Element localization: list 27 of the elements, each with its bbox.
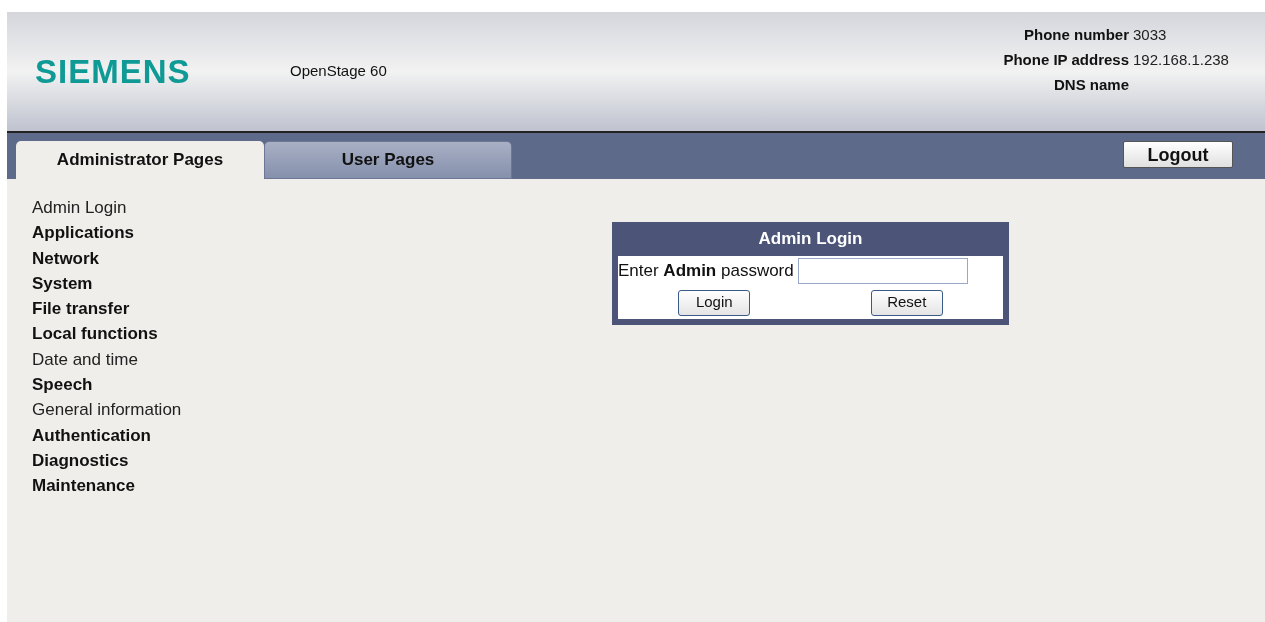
logout-button[interactable]: Logout [1123,141,1233,168]
nav-link[interactable]: Local functions [32,321,158,347]
nav-link[interactable]: Network [32,245,100,271]
nav-link[interactable]: Applications [32,220,134,246]
nav-link[interactable]: System [32,270,93,297]
password-field[interactable] [797,258,968,284]
info-value: 3033 [1133,25,1168,45]
nav-link[interactable]: General information [32,397,182,423]
info-label: Phone number [1024,25,1129,45]
nav-link[interactable]: Admin Login [32,195,127,221]
nav-link[interactable]: Date and time [32,346,138,373]
nav-link[interactable]: Maintenance [32,473,135,499]
form-button[interactable]: Reset [870,289,943,316]
nav-link[interactable]: File transfer [32,296,130,322]
info-value: 192.168.1.238 [1133,50,1230,70]
password-prompt: Enter Admin password [618,260,794,283]
info-label: DNS name [1053,75,1129,95]
nav-link[interactable]: Authentication [32,422,151,448]
logo: SIEMENS [35,51,192,92]
tab[interactable]: User Pages [264,141,512,179]
tab[interactable]: Administrator Pages [16,141,264,179]
model-name: OpenStage 60 [290,61,387,82]
info-label: Phone IP address [1003,50,1129,70]
nav-link[interactable]: Diagnostics [32,447,129,474]
nav-link[interactable]: Speech [32,372,93,398]
form-button[interactable]: Login [678,289,751,316]
login-title: Admin Login [757,228,864,250]
